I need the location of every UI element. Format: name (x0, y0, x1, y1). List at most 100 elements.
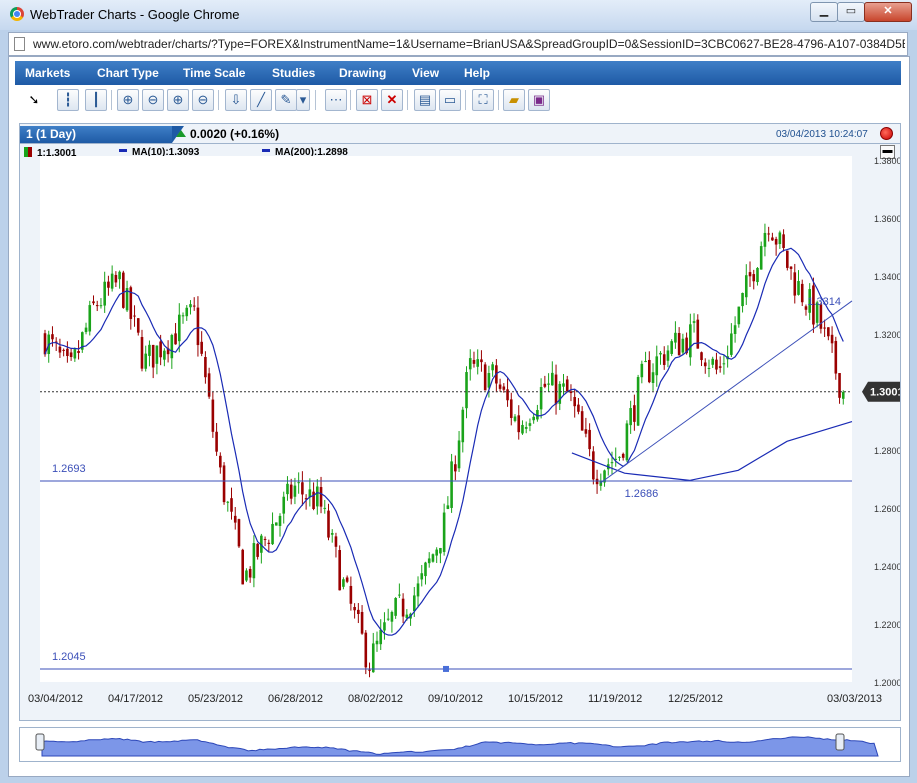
candle-body (412, 595, 416, 612)
maximize-button[interactable]: ▭ (837, 2, 865, 22)
bar-chart-icon[interactable]: ┇ (57, 89, 79, 111)
y-tick-label: 1.3200 (874, 330, 900, 340)
pointer-icon[interactable]: ➘ (23, 89, 45, 111)
candle-body (338, 549, 341, 591)
menu-view[interactable]: View (412, 66, 439, 80)
candle-body (99, 305, 103, 307)
x-tick-label: 03/04/2012 (28, 693, 83, 705)
candle-body (610, 462, 614, 464)
candle-body (375, 640, 379, 645)
x-tick-label: 08/02/2012 (348, 693, 403, 705)
candle-body (297, 482, 300, 484)
candlestick-icon[interactable]: ┃ (85, 89, 107, 111)
zoom-in-icon[interactable]: ⊕ (117, 89, 139, 111)
screen-icon[interactable]: ▭ (439, 89, 461, 111)
candle-body (107, 281, 110, 288)
candle-body (349, 585, 353, 604)
y-tick-label: 1.3400 (874, 272, 900, 282)
candle-body (565, 379, 569, 392)
print-icon[interactable]: ▤ (414, 89, 436, 111)
candle-body (674, 332, 677, 343)
range-navigator[interactable] (19, 727, 901, 762)
navigator-left-handle[interactable] (35, 733, 45, 751)
minimize-button[interactable]: ▁ (810, 2, 838, 22)
y-tick-label: 1.2400 (874, 562, 900, 572)
delete-box-icon[interactable]: ⊠ (356, 89, 378, 111)
menu-drawing[interactable]: Drawing (339, 66, 386, 80)
navigator-right-handle[interactable] (835, 733, 845, 751)
price-chart[interactable]: 1.38001.36001.34001.32001.30001.28001.26… (20, 124, 900, 720)
candle-body (226, 501, 230, 503)
candle-body (543, 383, 547, 387)
zoom-out-icon[interactable]: ⊖ (142, 89, 164, 111)
menu-time-scale[interactable]: Time Scale (183, 66, 245, 80)
menu-studies[interactable]: Studies (272, 66, 315, 80)
candle-body (103, 281, 106, 306)
candle-body (416, 583, 420, 597)
window-titlebar: WebTrader Charts - Google Chrome ▁ ▭ ✕ (0, 0, 917, 30)
menu-help[interactable]: Help (464, 66, 490, 80)
download-icon[interactable]: ⇩ (225, 89, 247, 111)
candle-body (353, 607, 356, 611)
folder-icon[interactable]: ▰ (503, 89, 525, 111)
annotation-label: 1.2693 (52, 463, 86, 475)
candle-body (133, 315, 136, 317)
save-icon[interactable]: ▣ (528, 89, 550, 111)
candle-body (692, 321, 696, 323)
candle-body (670, 341, 673, 354)
close-button[interactable]: ✕ (864, 2, 912, 22)
candle-body (756, 267, 759, 283)
line-tool-icon[interactable]: ╱ (250, 89, 272, 111)
crosshair-icon[interactable]: ⋯ (325, 89, 347, 111)
menu-chart-type[interactable]: Chart Type (97, 66, 159, 80)
candle-body (763, 232, 767, 247)
zoom-out-alt-icon[interactable]: ⊖ (192, 89, 214, 111)
candle-body (140, 337, 144, 369)
candle-body (625, 423, 629, 461)
menu-markets[interactable]: Markets (25, 66, 70, 80)
candle-body (278, 515, 282, 526)
candle-body (200, 341, 203, 354)
candle-body (88, 305, 92, 332)
candle-body (263, 538, 267, 540)
pencil-icon[interactable]: ✎ (275, 89, 297, 111)
current-price-label: 1.3001 (870, 387, 900, 399)
candle-body (357, 609, 360, 615)
candle-body (823, 327, 826, 329)
candle-body (830, 334, 834, 344)
candle-body (539, 387, 543, 410)
candle-body (386, 618, 390, 620)
candle-body (528, 423, 532, 426)
url-text[interactable]: www.etoro.com/webtrader/charts/?Type=FOR… (33, 37, 905, 51)
candle-body (700, 352, 703, 361)
menubar: Markets Chart Type Time Scale Studies Dr… (15, 61, 901, 85)
candle-body (271, 523, 274, 545)
candle-body (465, 372, 468, 409)
candle-body (480, 359, 483, 363)
candle-body (334, 536, 338, 547)
candle-body (532, 416, 535, 421)
zoom-in-alt-icon[interactable]: ⊕ (167, 89, 189, 111)
candle-body (703, 362, 707, 367)
address-bar[interactable]: www.etoro.com/webtrader/charts/?Type=FOR… (8, 32, 908, 56)
candle-body (118, 271, 121, 280)
y-tick-label: 1.2600 (874, 504, 900, 514)
y-tick-label: 1.3600 (874, 214, 900, 224)
candle-body (345, 577, 349, 582)
navigator-chart[interactable] (20, 728, 900, 761)
candle-body (647, 359, 651, 383)
candle-body (92, 301, 95, 304)
candle-body (748, 272, 752, 277)
candle-body (248, 568, 252, 578)
candle-body (681, 338, 685, 353)
annotation-label: 1.2045 (52, 651, 86, 663)
chart-panel: 1 (1 Day) 0.0020 (+0.16%) 03/04/2013 10:… (19, 123, 901, 721)
chrome-logo-icon (10, 7, 24, 21)
line-handle (443, 665, 449, 672)
x-tick-label: 09/10/2012 (428, 693, 483, 705)
candle-body (301, 482, 304, 495)
dropdown-icon[interactable]: ▾ (296, 89, 310, 111)
fullscreen-icon[interactable]: ⛶ (472, 89, 494, 111)
delete-icon[interactable]: ✕ (381, 89, 403, 111)
candle-body (584, 429, 588, 434)
